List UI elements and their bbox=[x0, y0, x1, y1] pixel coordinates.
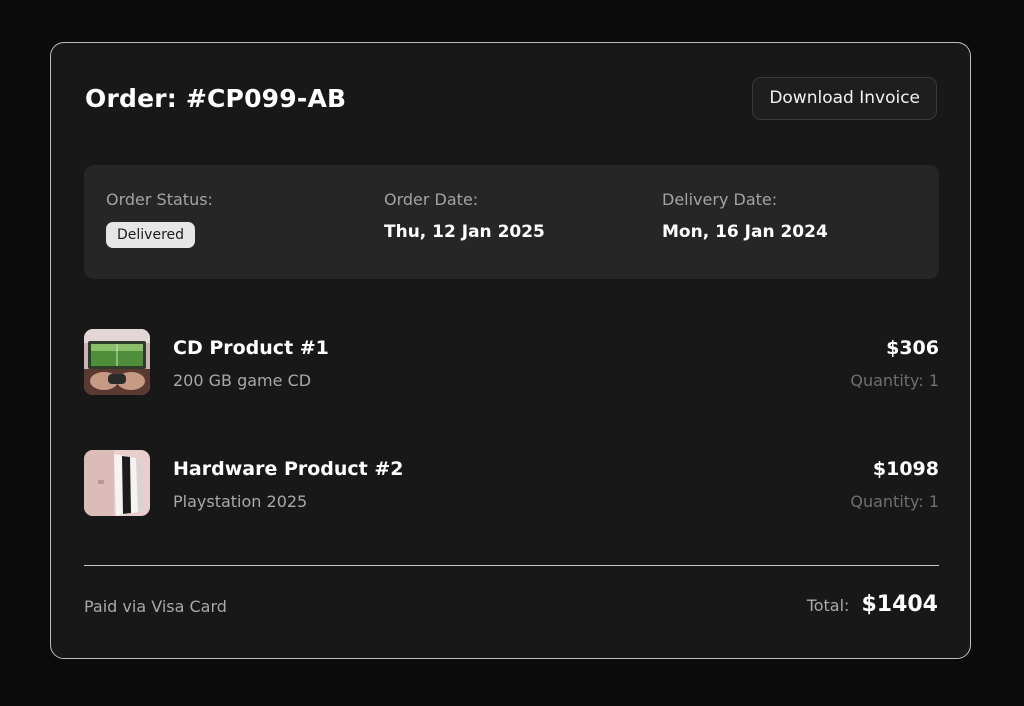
console-photo-icon bbox=[84, 450, 150, 516]
order-title: Order: #CP099-AB bbox=[85, 84, 347, 113]
delivery-date-value: Mon, 16 Jan 2024 bbox=[662, 222, 828, 242]
order-total: Total: $1404 bbox=[807, 592, 938, 617]
order-item: Hardware Product #2 Playstation 2025 $10… bbox=[84, 450, 939, 516]
delivery-date-column: Delivery Date: Mon, 16 Jan 2024 bbox=[662, 190, 828, 242]
delivery-date-label: Delivery Date: bbox=[662, 190, 778, 209]
total-value: $1404 bbox=[861, 592, 938, 617]
item-description: 200 GB game CD bbox=[173, 371, 312, 390]
order-date-label: Order Date: bbox=[384, 190, 479, 209]
status-badge: Delivered bbox=[106, 222, 196, 248]
order-date-column: Order Date: Thu, 12 Jan 2025 bbox=[384, 190, 545, 242]
order-status-label: Order Status: bbox=[106, 190, 213, 209]
order-header: Order: #CP099-AB Download Invoice bbox=[85, 77, 937, 121]
item-quantity: Quantity: 1 bbox=[850, 371, 939, 390]
order-item: CD Product #1 200 GB game CD $306 Quanti… bbox=[84, 329, 939, 395]
order-date-value: Thu, 12 Jan 2025 bbox=[384, 222, 545, 242]
total-label: Total: bbox=[806, 596, 850, 615]
item-price: $1098 bbox=[872, 458, 939, 480]
game-cd-photo-icon bbox=[84, 329, 150, 395]
payment-method: Paid via Visa Card bbox=[84, 597, 227, 616]
item-name: Hardware Product #2 bbox=[173, 458, 404, 480]
item-quantity: Quantity: 1 bbox=[850, 492, 939, 511]
item-description: Playstation 2025 bbox=[173, 492, 308, 511]
order-status-panel: Order Status: Delivered Order Date: Thu,… bbox=[84, 165, 939, 279]
order-card: Order: #CP099-AB Download Invoice Order … bbox=[50, 42, 971, 659]
order-status-column: Order Status: Delivered bbox=[106, 190, 213, 248]
footer-divider bbox=[84, 565, 939, 566]
item-name: CD Product #1 bbox=[173, 337, 329, 359]
download-invoice-button[interactable]: Download Invoice bbox=[752, 77, 937, 120]
item-price: $306 bbox=[886, 337, 939, 359]
